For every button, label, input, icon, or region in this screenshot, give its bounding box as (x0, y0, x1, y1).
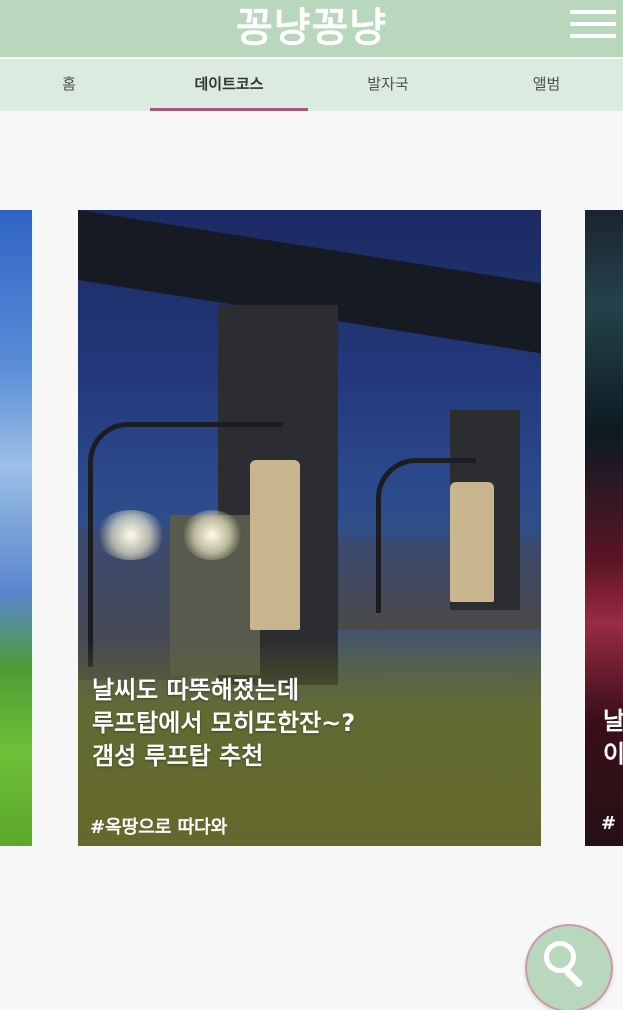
carousel-card-current[interactable]: 날씨도 따뜻해졌는데 루프탑에서 모히또한잔~? 갬성 루프탑 추천 #옥땅으로… (78, 210, 541, 846)
search-icon-handle (563, 967, 584, 989)
card-title-line: 루프탑에서 모히또한잔~? (92, 709, 356, 737)
next-card-hashtag: # (601, 813, 617, 834)
patio-umbrella-image (450, 482, 494, 602)
next-card-title: 날 이 (603, 705, 623, 771)
tab-date-course[interactable]: 데이트코스 (150, 59, 308, 111)
card-title: 날씨도 따뜻해졌는데 루프탑에서 모히또한잔~? 갬성 루프탑 추천 (92, 674, 532, 773)
tab-album[interactable]: 앨범 (470, 59, 623, 111)
card-title-line: 갬성 루프탑 추천 (92, 742, 264, 770)
tab-bar: 홈 데이트코스 발자국 앨범 (0, 59, 623, 111)
carousel-card-previous[interactable] (0, 210, 32, 846)
app-header: 꽁냥꽁냥 (0, 0, 623, 57)
card-hashtag: #옥땅으로 따다와 (90, 817, 228, 838)
card-title-line: 날씨도 따뜻해졌는데 (92, 676, 300, 704)
tab-footprints[interactable]: 발자국 (310, 59, 466, 111)
card-title-line: 이 (603, 740, 623, 768)
app-logo[interactable]: 꽁냥꽁냥 (0, 0, 623, 57)
hamburger-menu-icon[interactable] (570, 10, 618, 38)
search-icon (544, 941, 576, 973)
search-button[interactable] (527, 926, 611, 1010)
active-tab-indicator (150, 108, 308, 111)
tab-home[interactable]: 홈 (0, 59, 138, 111)
patio-umbrella-image (250, 460, 300, 630)
card-title-line: 날 (603, 707, 623, 735)
